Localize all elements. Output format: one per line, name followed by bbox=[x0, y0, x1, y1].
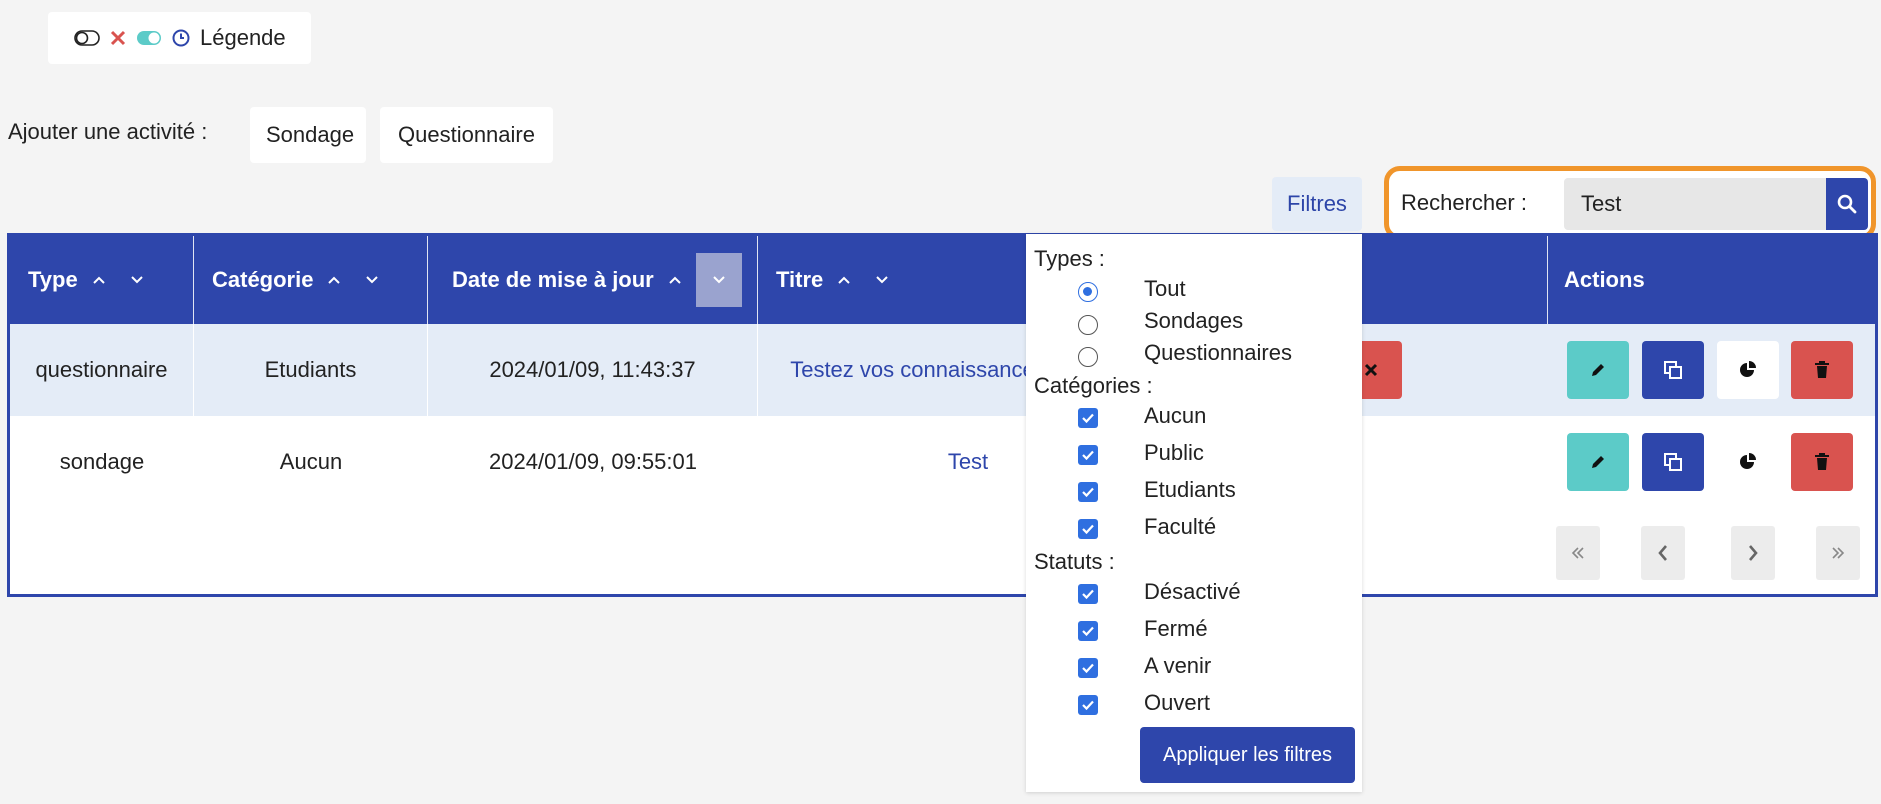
sort-asc-icon[interactable] bbox=[327, 275, 341, 285]
status-checkbox[interactable] bbox=[1078, 584, 1098, 604]
status-option-label: Fermé bbox=[1144, 616, 1208, 641]
check-icon bbox=[1082, 487, 1094, 498]
status-checkbox[interactable] bbox=[1078, 658, 1098, 678]
search-button[interactable] bbox=[1826, 178, 1868, 230]
statuses-heading: Statuts : bbox=[1034, 549, 1115, 574]
type-option-label: Sondages bbox=[1144, 308, 1244, 333]
stats-button[interactable] bbox=[1717, 433, 1779, 491]
close-icon bbox=[1364, 363, 1378, 377]
type-radio-all[interactable] bbox=[1078, 282, 1098, 302]
stats-button[interactable] bbox=[1717, 341, 1779, 399]
edit-button[interactable] bbox=[1567, 433, 1629, 491]
check-icon bbox=[1082, 589, 1094, 600]
status-checkbox[interactable] bbox=[1078, 695, 1098, 715]
next-page-button[interactable] bbox=[1731, 526, 1775, 580]
add-survey-button[interactable]: Sondage bbox=[250, 107, 366, 163]
sort-desc-active[interactable] bbox=[695, 253, 742, 307]
check-icon bbox=[1082, 626, 1094, 637]
sort-asc-icon[interactable] bbox=[668, 275, 682, 285]
clock-icon bbox=[172, 29, 190, 47]
type-radio-surveys[interactable] bbox=[1078, 315, 1098, 335]
toggle-on-icon bbox=[136, 30, 162, 46]
chevron-right-icon bbox=[1749, 545, 1758, 561]
category-option-label: Etudiants bbox=[1144, 477, 1236, 502]
table-row: questionnaire Etudiants 2024/01/09, 11:4… bbox=[10, 324, 1875, 416]
copy-icon bbox=[1664, 453, 1682, 471]
status-checkbox[interactable] bbox=[1078, 621, 1098, 641]
category-checkbox[interactable] bbox=[1078, 408, 1098, 428]
status-option-label: Désactivé bbox=[1144, 579, 1241, 604]
cell-type: questionnaire bbox=[10, 324, 194, 416]
category-checkbox[interactable] bbox=[1078, 519, 1098, 539]
category-option-label: Public bbox=[1144, 440, 1204, 465]
duplicate-button[interactable] bbox=[1642, 433, 1704, 491]
cell-type: sondage bbox=[59, 449, 145, 474]
pencil-icon bbox=[1592, 456, 1604, 468]
double-chevron-left-icon bbox=[1571, 547, 1584, 559]
toggle-off-icon bbox=[74, 30, 100, 46]
column-header-category: Catégorie bbox=[194, 236, 428, 324]
category-option-label: Faculté bbox=[1144, 514, 1217, 539]
types-heading: Types : bbox=[1034, 246, 1105, 271]
category-checkbox[interactable] bbox=[1078, 445, 1098, 465]
check-icon bbox=[1082, 413, 1094, 424]
column-header-date: Date de mise à jour bbox=[428, 236, 758, 324]
search-icon bbox=[1837, 194, 1857, 214]
sort-desc-icon bbox=[713, 276, 725, 284]
type-radio-quizzes[interactable] bbox=[1078, 347, 1098, 367]
sort-asc-icon[interactable] bbox=[837, 275, 851, 285]
category-checkbox[interactable] bbox=[1078, 482, 1098, 502]
check-icon bbox=[1082, 663, 1094, 674]
table-row: sondage Aucun 2024/01/09, 09:55:01 Test bbox=[10, 416, 1875, 508]
sort-desc-icon[interactable] bbox=[365, 275, 379, 285]
cell-category: Aucun bbox=[279, 449, 343, 474]
legend-panel: Légende bbox=[48, 12, 311, 64]
add-quiz-button[interactable]: Questionnaire bbox=[380, 107, 553, 163]
delete-button[interactable] bbox=[1791, 433, 1853, 491]
add-activity-label: Ajouter une activité : bbox=[8, 119, 208, 144]
pie-chart-icon bbox=[1740, 361, 1756, 377]
status-option-label: Ouvert bbox=[1144, 690, 1211, 715]
double-chevron-right-icon bbox=[1832, 547, 1845, 559]
filters-dropdown: Types : Tout Sondages Questionnaires Cat… bbox=[1026, 234, 1362, 792]
check-icon bbox=[1082, 450, 1094, 461]
legend-label: Légende bbox=[200, 25, 286, 50]
chevron-left-icon bbox=[1658, 545, 1667, 561]
close-icon bbox=[110, 30, 126, 46]
apply-filters-button[interactable]: Appliquer les filtres bbox=[1140, 727, 1355, 783]
column-header-actions: Actions bbox=[1564, 267, 1645, 292]
duplicate-button[interactable] bbox=[1642, 341, 1704, 399]
trash-icon bbox=[1815, 453, 1829, 470]
pie-chart-icon bbox=[1740, 453, 1756, 469]
search-input[interactable] bbox=[1564, 178, 1826, 230]
filters-button[interactable]: Filtres bbox=[1272, 177, 1362, 231]
type-option-label: Tout bbox=[1144, 276, 1186, 301]
column-header-type: Type bbox=[10, 236, 194, 324]
categories-heading: Catégories : bbox=[1034, 373, 1153, 398]
search-label: Rechercher : bbox=[1401, 190, 1527, 215]
edit-button[interactable] bbox=[1567, 341, 1629, 399]
category-option-label: Aucun bbox=[1144, 403, 1207, 428]
sort-desc-icon[interactable] bbox=[130, 275, 144, 285]
previous-page-button[interactable] bbox=[1641, 526, 1685, 580]
check-icon bbox=[1082, 524, 1094, 535]
cell-date: 2024/01/09, 11:43:37 bbox=[428, 324, 758, 416]
delete-button[interactable] bbox=[1791, 341, 1853, 399]
first-page-button[interactable] bbox=[1556, 526, 1600, 580]
type-option-label: Questionnaires bbox=[1144, 340, 1292, 365]
sort-desc-icon[interactable] bbox=[875, 275, 889, 285]
cell-date: 2024/01/09, 09:55:01 bbox=[489, 449, 697, 474]
status-option-label: A venir bbox=[1144, 653, 1212, 678]
last-page-button[interactable] bbox=[1816, 526, 1860, 580]
copy-icon bbox=[1664, 361, 1682, 379]
table-header: Type Catégorie Date de mise à jour Titre… bbox=[10, 236, 1875, 324]
trash-icon bbox=[1815, 361, 1829, 378]
cell-category: Etudiants bbox=[194, 324, 428, 416]
check-icon bbox=[1082, 700, 1094, 711]
activities-table: Type Catégorie Date de mise à jour Titre… bbox=[7, 233, 1878, 597]
pencil-icon bbox=[1592, 364, 1604, 376]
sort-asc-icon[interactable] bbox=[92, 275, 106, 285]
